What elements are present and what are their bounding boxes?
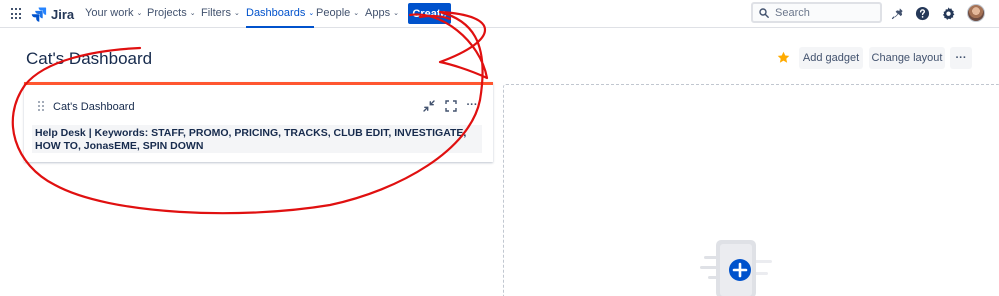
nav-label: People bbox=[316, 7, 351, 19]
nav-label: Projects bbox=[147, 7, 187, 19]
add-gadget-icon[interactable] bbox=[700, 238, 775, 296]
page-title: Cat's Dashboard bbox=[26, 49, 153, 68]
settings-icon[interactable] bbox=[940, 5, 956, 21]
chevron-down-icon: ⌄ bbox=[308, 10, 315, 17]
notifications-icon[interactable] bbox=[889, 5, 905, 21]
chevron-down-icon: ⌄ bbox=[353, 10, 360, 17]
star-icon[interactable] bbox=[777, 51, 790, 64]
change-layout-button[interactable]: Change layout bbox=[869, 47, 945, 69]
search-icon bbox=[759, 7, 769, 18]
chevron-down-icon: ⌄ bbox=[393, 10, 399, 17]
jira-logo-icon bbox=[31, 7, 47, 22]
gadget-title: Cat's Dashboard bbox=[53, 101, 135, 113]
app-name: Jira bbox=[51, 6, 75, 22]
jira-logo[interactable]: Jira bbox=[31, 5, 74, 23]
nav-label: Your work bbox=[85, 7, 134, 19]
chevron-down-icon: ⌄ bbox=[189, 10, 196, 17]
fullscreen-icon[interactable] bbox=[444, 99, 458, 113]
nav-people[interactable]: People ⌄ bbox=[316, 7, 359, 19]
chevron-down-icon: ⌄ bbox=[233, 10, 240, 17]
create-button[interactable]: Create bbox=[408, 3, 451, 24]
gadget-card: Cat's Dashboard ··· Help Desk | Keywords… bbox=[24, 82, 493, 162]
more-actions-button[interactable]: ··· bbox=[950, 47, 972, 69]
search-box[interactable] bbox=[751, 2, 882, 23]
nav-filters[interactable]: Filters ⌄ bbox=[201, 7, 240, 19]
gadget-content: Help Desk | Keywords: STAFF, PROMO, PRIC… bbox=[32, 125, 482, 153]
nav-your-work[interactable]: Your work ⌄ bbox=[85, 7, 142, 19]
nav-dashboards[interactable]: Dashboards ⌄ bbox=[246, 7, 315, 28]
app-switcher-icon[interactable] bbox=[11, 8, 23, 20]
help-icon[interactable] bbox=[914, 5, 930, 21]
drag-handle-icon[interactable] bbox=[38, 101, 44, 111]
nav-apps[interactable]: Apps ⌄ bbox=[365, 7, 399, 19]
nav-projects[interactable]: Projects ⌄ bbox=[147, 7, 196, 19]
avatar[interactable] bbox=[967, 4, 985, 22]
chevron-down-icon: ⌄ bbox=[136, 10, 143, 17]
top-navigation: Jira Your work ⌄ Projects ⌄ Filters ⌄ Dashb… bbox=[0, 0, 999, 28]
nav-label: Apps bbox=[365, 7, 391, 19]
add-gadget-button[interactable]: Add gadget bbox=[799, 47, 863, 69]
search-input[interactable] bbox=[775, 6, 875, 19]
nav-label: Filters bbox=[201, 7, 231, 19]
nav-label: Dashboards bbox=[246, 7, 306, 19]
minimize-icon[interactable] bbox=[422, 99, 436, 113]
gadget-more-button[interactable]: ··· bbox=[465, 98, 479, 112]
